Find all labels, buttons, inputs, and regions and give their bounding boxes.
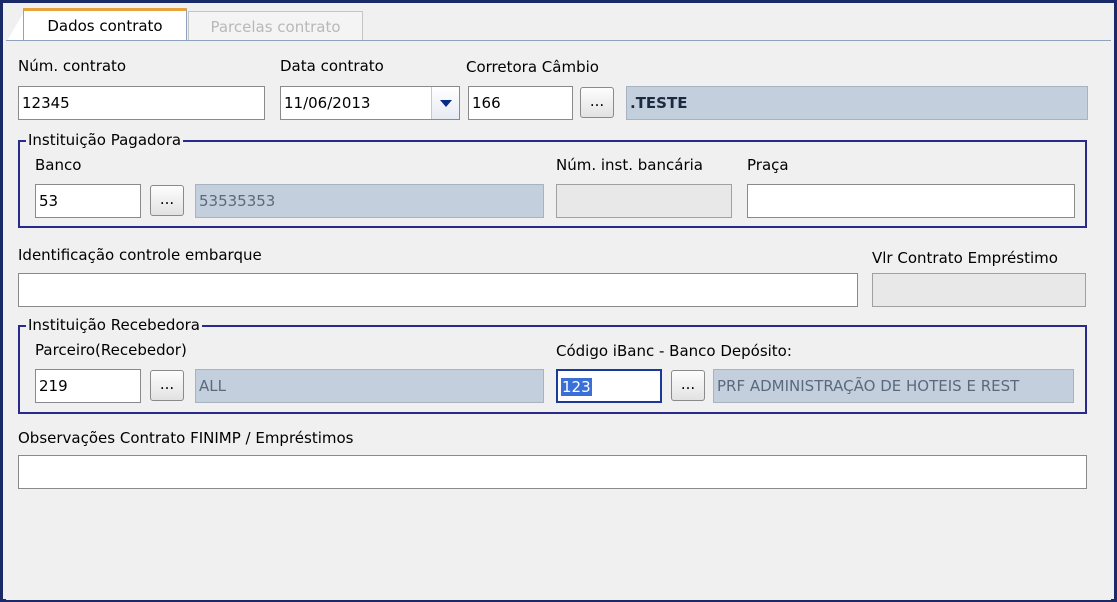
parceiro-name-field: ALL — [195, 369, 544, 403]
observacoes-input[interactable] — [18, 455, 1087, 489]
observacoes-label: Observações Contrato FINIMP / Empréstimo… — [18, 429, 354, 447]
instituicao-recebedora-group: Instituição Recebedora Parceiro(Recebedo… — [18, 316, 1087, 414]
parceiro-recebedor-label: Parceiro(Recebedor) — [35, 341, 187, 359]
parceiro-lookup-button[interactable]: ... — [150, 370, 184, 401]
instituicao-pagadora-title: Instituição Pagadora — [26, 131, 184, 149]
codigo-ibanc-selected-text: 123 — [561, 378, 592, 396]
codigo-ibanc-label: Código iBanc - Banco Depósito: — [556, 342, 792, 360]
chevron-down-icon[interactable] — [431, 87, 459, 119]
vlr-contrato-emprestimo-field — [872, 273, 1086, 307]
data-contrato-value: 11/06/2013 — [284, 94, 371, 112]
data-contrato-label: Data contrato — [280, 57, 384, 75]
instituicao-recebedora-title: Instituição Recebedora — [26, 316, 202, 334]
corretora-lookup-button[interactable]: ... — [580, 87, 614, 118]
tab-strip: Dados contrato Parcelas contrato — [3, 3, 1114, 43]
praca-input[interactable] — [747, 184, 1075, 218]
data-contrato-input[interactable]: 11/06/2013 — [280, 86, 460, 120]
banco-label: Banco — [35, 156, 82, 174]
instituicao-pagadora-group: Instituição Pagadora Banco 53 ... 535353… — [18, 131, 1087, 228]
banco-code-input[interactable]: 53 — [35, 184, 141, 218]
praca-label: Praça — [747, 156, 789, 174]
tab-parcelas-contrato[interactable]: Parcelas contrato — [188, 11, 363, 43]
num-inst-bancaria-label: Núm. inst. bancária — [556, 156, 703, 174]
codigo-ibanc-lookup-button[interactable]: ... — [671, 370, 705, 401]
num-inst-bancaria-field — [556, 184, 732, 218]
banco-name-field: 53535353 — [195, 184, 544, 218]
vlr-contrato-emprestimo-label: Vlr Contrato Empréstimo — [872, 249, 1058, 267]
banco-deposito-name-field: PRF ADMINISTRAÇÃO DE HOTEIS E REST — [713, 369, 1074, 403]
corretora-name-field: .TESTE — [626, 86, 1088, 120]
corretora-code-input[interactable]: 166 — [468, 86, 573, 120]
tab-dados-contrato[interactable]: Dados contrato — [23, 8, 187, 40]
form-panel: Núm. contrato 12345 Data contrato 11/06/… — [6, 40, 1111, 600]
num-contrato-input[interactable]: 12345 — [18, 86, 265, 120]
parceiro-code-input[interactable]: 219 — [35, 369, 141, 403]
identificacao-embarque-label: Identificação controle embarque — [18, 246, 262, 264]
identificacao-embarque-input[interactable] — [18, 273, 858, 307]
corretora-cambio-label: Corretora Câmbio — [466, 58, 599, 76]
banco-lookup-button[interactable]: ... — [150, 185, 184, 216]
window-frame: Dados contrato Parcelas contrato Núm. co… — [0, 0, 1117, 602]
num-contrato-label: Núm. contrato — [18, 57, 127, 75]
codigo-ibanc-input[interactable]: 123 — [556, 369, 662, 403]
